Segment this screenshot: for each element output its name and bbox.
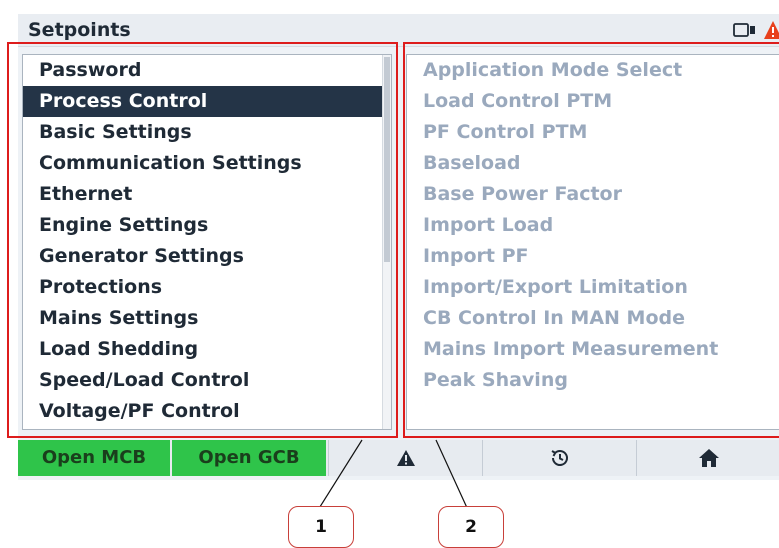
callout-label-2: 2 <box>438 506 504 548</box>
callout-leader-lines <box>317 439 469 511</box>
callout-label-1: 1 <box>288 506 354 548</box>
